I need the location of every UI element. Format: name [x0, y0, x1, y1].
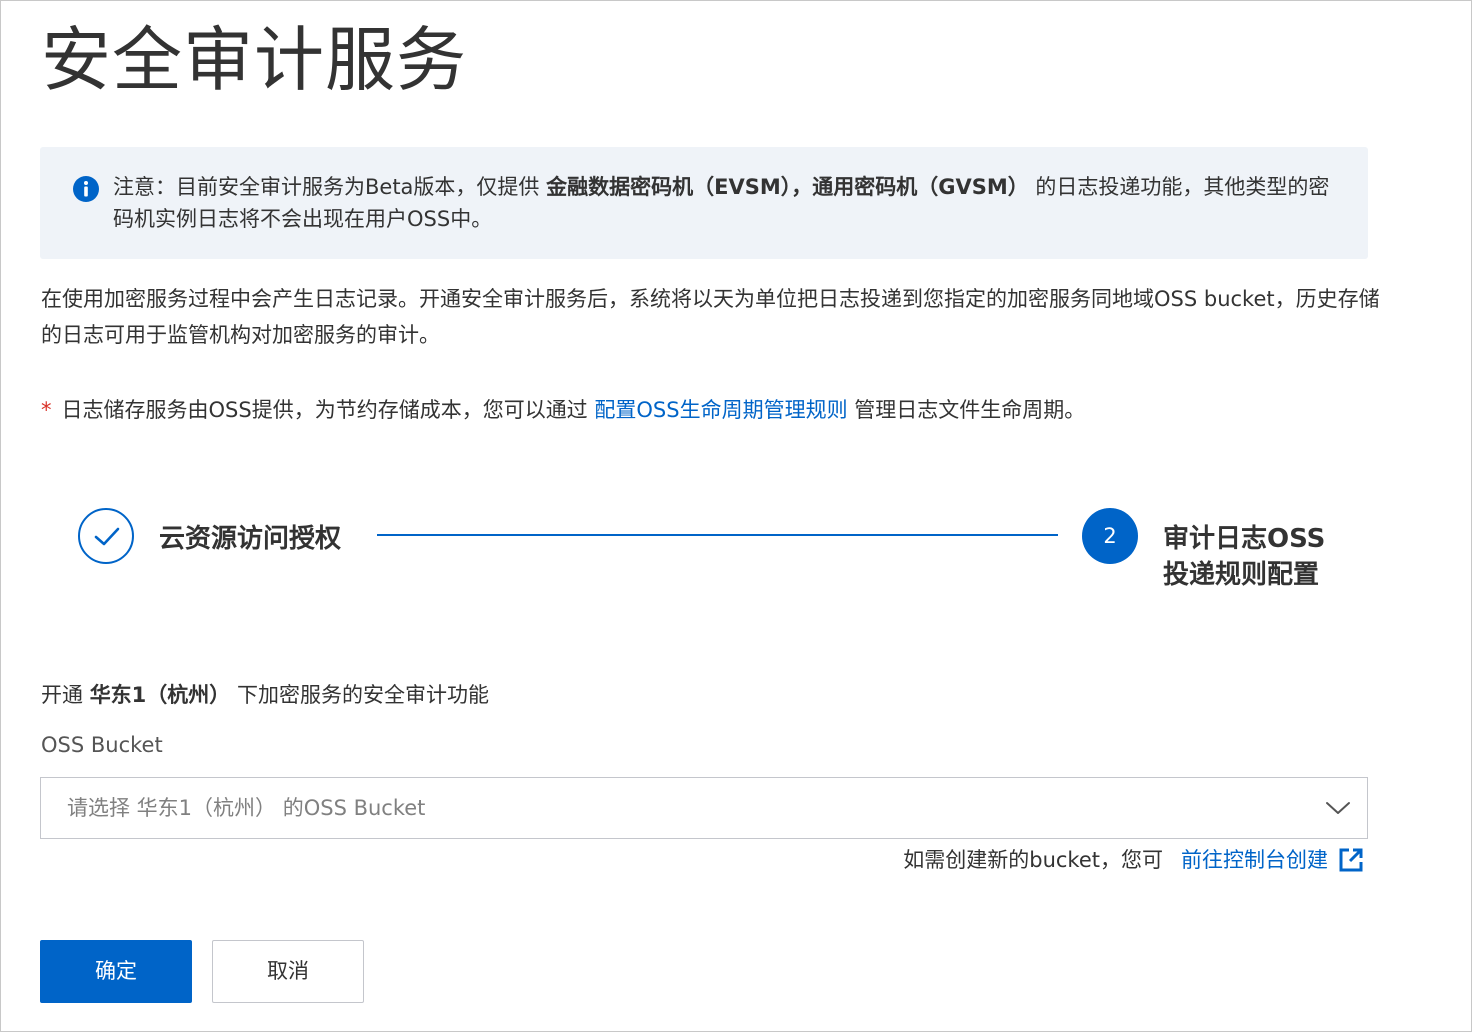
step-2-indicator: 2 — [1082, 508, 1138, 564]
step-1-label: 云资源访问授权 — [159, 524, 342, 554]
cancel-button[interactable]: 取消 — [212, 940, 364, 1003]
chevron-down-icon — [1326, 802, 1350, 814]
region-name: 华东1（杭州） — [89, 683, 231, 707]
notice-product-names: 金融数据密码机（EVSM），通用密码机（GVSM） — [546, 175, 1029, 199]
create-bucket-helper: 如需创建新的bucket，您可 前往控制台创建 — [903, 844, 1364, 876]
region-statement: 开通 华东1（杭州） 下加密服务的安全审计功能 — [41, 683, 489, 707]
check-icon — [94, 527, 120, 546]
confirm-button[interactable]: 确定 — [40, 940, 192, 1003]
external-link-icon[interactable] — [1338, 847, 1364, 873]
required-asterisk: * — [41, 398, 52, 422]
bucket-select-placeholder: 请选择 华东1（杭州） 的OSS Bucket — [67, 796, 426, 820]
step-connector — [377, 534, 1058, 536]
bucket-select[interactable]: 请选择 华东1（杭州） 的OSS Bucket — [40, 777, 1368, 839]
page-frame: 安全审计服务 注意：目前安全审计服务为Beta版本，仅提供 金融数据密码机（EV… — [0, 0, 1472, 1032]
storage-note: * 日志储存服务由OSS提供，为节约存储成本，您可以通过 配置OSS生命周期管理规… — [41, 398, 1086, 422]
service-description: 在使用加密服务过程中会产生日志记录。开通安全审计服务后，系统将以天为单位把日志投… — [41, 287, 1380, 347]
page-title: 安全审计服务 — [41, 19, 467, 101]
lifecycle-rule-link[interactable]: 配置OSS生命周期管理规则 — [594, 398, 847, 422]
step-2-label: 审计日志OSS投递规则配置 — [1163, 524, 1326, 590]
create-bucket-link[interactable]: 前往控制台创建 — [1181, 844, 1328, 876]
notice-text: 注意：目前安全审计服务为Beta版本，仅提供 金融数据密码机（EVSM），通用密… — [113, 175, 1330, 231]
bucket-field-label: OSS Bucket — [41, 733, 163, 757]
step-1-done-indicator — [78, 508, 134, 564]
info-icon — [73, 176, 99, 202]
